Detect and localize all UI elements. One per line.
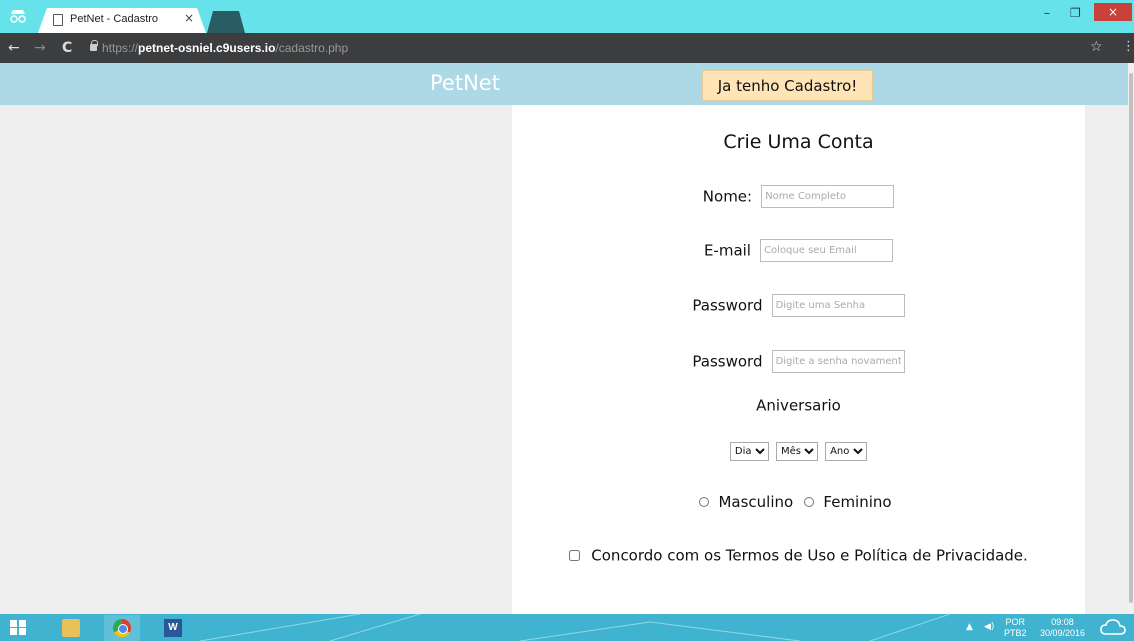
taskbar-chrome[interactable]	[104, 615, 140, 641]
chrome-icon	[113, 619, 131, 637]
name-row: Nome:	[512, 185, 1085, 208]
scrollbar-thumb[interactable]	[1129, 73, 1133, 603]
window-close-button[interactable]: ×	[1094, 3, 1132, 21]
terms-checkbox[interactable]	[569, 550, 581, 561]
reload-icon[interactable]: C	[62, 40, 72, 56]
lock-icon	[90, 40, 98, 51]
web-page: PetNet Ja tenho Cadastro! Crie Uma Conta…	[0, 63, 1128, 614]
menu-icon[interactable]: ⋮	[1122, 39, 1134, 54]
female-radio[interactable]	[804, 496, 815, 507]
bookmark-star-icon[interactable]: ☆	[1090, 39, 1103, 55]
day-select[interactable]: Dia	[729, 442, 769, 461]
address-bar[interactable]: https://petnet-osniel.c9users.io/cadastr…	[86, 37, 1086, 59]
email-row: E-mail	[512, 239, 1085, 262]
male-radio[interactable]	[699, 496, 710, 507]
browser-toolbar: ← → C https://petnet-osniel.c9users.io/c…	[0, 33, 1134, 63]
name-label: Nome:	[702, 187, 753, 206]
document-icon	[53, 14, 63, 26]
minimize-icon[interactable]: –	[1044, 6, 1050, 20]
url-text: https://petnet-osniel.c9users.io/cadastr…	[102, 41, 348, 55]
male-label: Masculino	[718, 492, 794, 511]
terms-row: Concordo com os Termos de Uso e Política…	[512, 545, 1085, 565]
year-select[interactable]: Ano	[825, 442, 868, 461]
password-confirm-label: Password	[692, 352, 763, 371]
email-input[interactable]	[760, 239, 894, 262]
language-indicator[interactable]: POR PTB2	[1004, 617, 1027, 639]
restore-icon[interactable]: ❐	[1070, 6, 1081, 20]
site-brand[interactable]: PetNet	[430, 71, 500, 95]
url-host: petnet-osniel.c9users.io	[138, 41, 276, 55]
clock-date: 30/09/2016	[1040, 628, 1086, 638]
password-input[interactable]	[771, 294, 905, 317]
clock-time: 09:08	[1051, 617, 1074, 627]
password-confirm-input[interactable]	[771, 350, 905, 373]
tab-close-icon[interactable]: ×	[184, 11, 194, 25]
birthday-label: Aniversario	[756, 396, 841, 415]
start-windows-icon[interactable]	[10, 620, 27, 636]
signup-form: Crie Uma Conta Nome: E-mail Password Pas…	[512, 105, 1085, 614]
birthday-heading-row: Aniversario	[512, 395, 1085, 415]
incognito-icon	[6, 7, 30, 27]
gender-row: Masculino Feminino	[512, 491, 1085, 511]
keyboard-layout: PTB2	[1004, 628, 1027, 638]
form-title: Crie Uma Conta	[723, 131, 874, 153]
login-button[interactable]: Ja tenho Cadastro!	[702, 70, 873, 101]
page-scrollbar[interactable]	[1128, 63, 1134, 614]
taskbar-word[interactable]: W	[155, 615, 191, 641]
clock[interactable]: 09:08 30/09/2016	[1040, 617, 1085, 639]
new-tab-button[interactable]	[207, 11, 245, 33]
female-label: Feminino	[823, 492, 892, 511]
tab-petnet-cadastro[interactable]: PetNet - Cadastro ×	[38, 8, 206, 33]
folder-icon	[62, 619, 80, 637]
site-header: PetNet Ja tenho Cadastro!	[0, 63, 1128, 105]
tray-expand-icon[interactable]: ▲	[966, 622, 973, 632]
birthday-selects: Dia Mês Ano	[512, 441, 1085, 461]
password-label: Password	[692, 296, 763, 315]
taskbar-file-explorer[interactable]	[53, 615, 89, 641]
cloud-icon[interactable]	[1100, 618, 1126, 640]
language-code: POR	[1005, 617, 1026, 627]
browser-tab-bar: PetNet - Cadastro × – ❐ ×	[0, 0, 1134, 33]
terms-label: Concordo com os Termos de Uso e Política…	[591, 546, 1028, 565]
tab-title: PetNet - Cadastro	[70, 13, 159, 25]
back-icon[interactable]: ←	[8, 40, 20, 56]
url-scheme: https://	[102, 41, 139, 55]
word-icon: W	[164, 619, 182, 637]
email-label: E-mail	[703, 241, 751, 260]
volume-icon[interactable]: ◀)	[984, 622, 994, 632]
name-input[interactable]	[761, 185, 895, 208]
windows-taskbar: W ▲ ◀) POR PTB2 09:08 30/09/2016	[0, 614, 1134, 641]
url-path: /cadastro.php	[275, 41, 349, 55]
month-select[interactable]: Mês	[776, 442, 818, 461]
password-row: Password	[512, 294, 1085, 317]
password-confirm-row: Password	[512, 350, 1085, 373]
forward-icon[interactable]: →	[34, 40, 46, 56]
